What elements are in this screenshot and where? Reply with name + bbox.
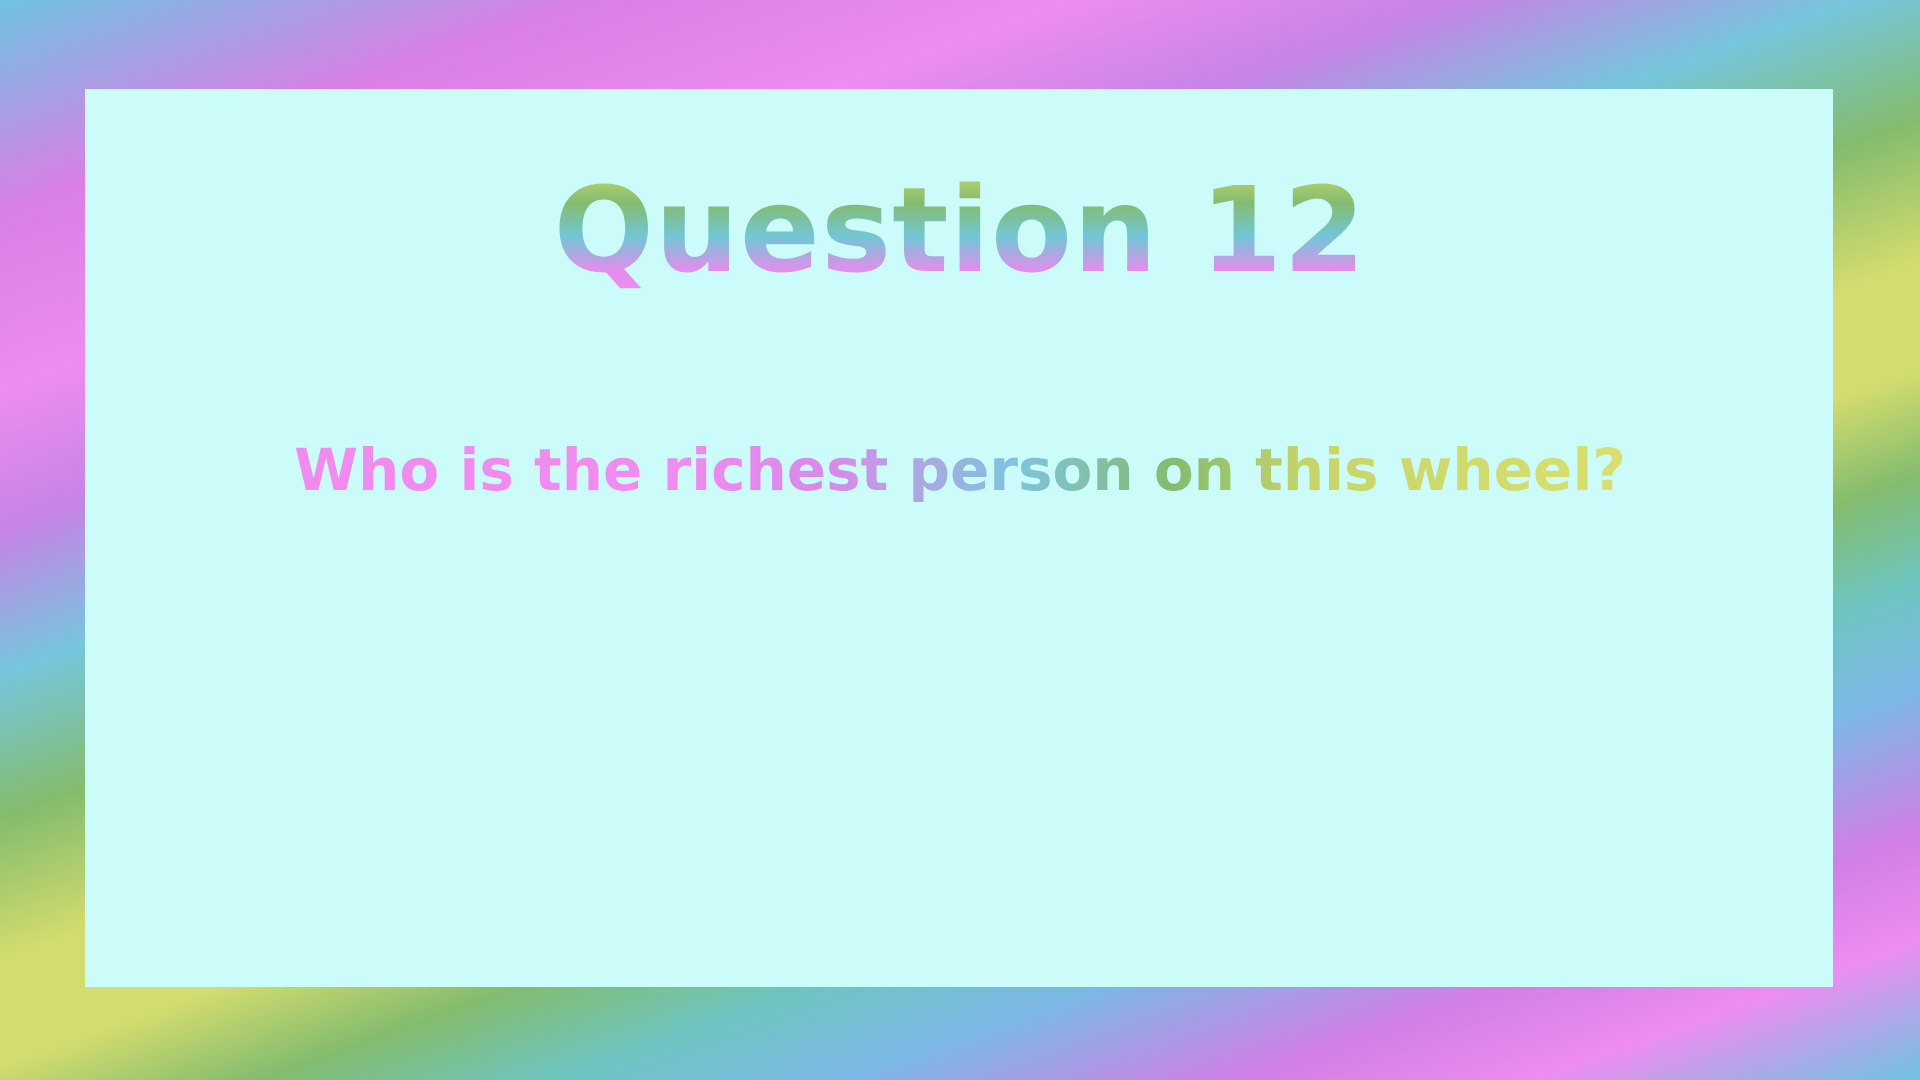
slide-title: Question 12 — [0, 160, 1920, 300]
question-text-content: Who is the richest person on this wheel? — [290, 436, 1630, 504]
slide-title-text: Question 12 — [553, 161, 1367, 299]
question-text: Who is the richest person on this wheel? — [0, 432, 1920, 508]
